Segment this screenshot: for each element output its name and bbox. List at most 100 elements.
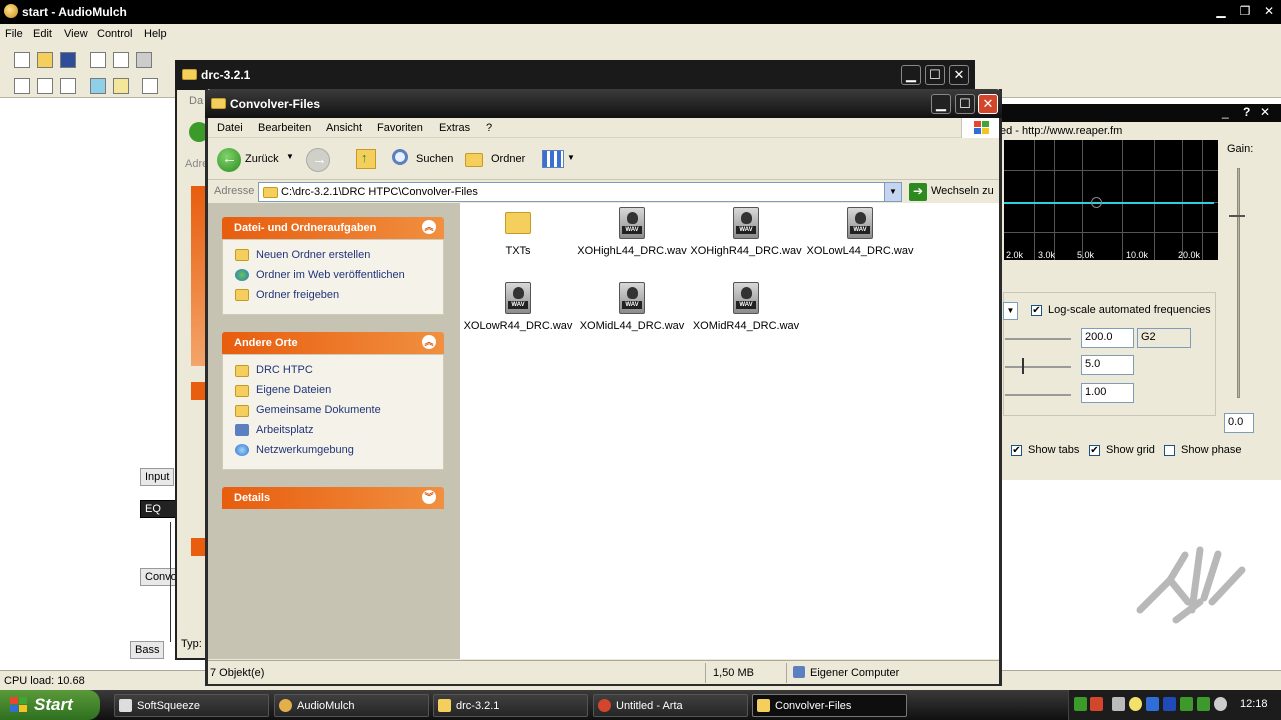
- wav-file-icon[interactable]: WAV: [505, 282, 531, 314]
- collapse-icon[interactable]: ︽: [422, 335, 436, 349]
- freq-field[interactable]: 200.0: [1081, 328, 1134, 348]
- bw-slider[interactable]: [1005, 394, 1071, 396]
- panel-places-header[interactable]: Andere Orte ︽: [222, 332, 444, 354]
- panel-tasks-header[interactable]: Datei- und Ordneraufgaben ︽: [222, 217, 444, 239]
- place-network[interactable]: Netzwerkumgebung: [256, 444, 354, 456]
- folders-button-label[interactable]: Ordner: [491, 153, 525, 165]
- explorer-close-button[interactable]: ✕: [978, 94, 998, 114]
- open-folder-icon[interactable]: [37, 52, 53, 68]
- drc-minimize-button[interactable]: ▁: [901, 65, 921, 85]
- expand-icon[interactable]: ︾: [422, 490, 436, 504]
- place-my-computer[interactable]: Arbeitsplatz: [256, 424, 313, 436]
- address-dropdown-icon[interactable]: ▼: [884, 183, 901, 201]
- menu-view[interactable]: View: [64, 28, 88, 40]
- views-icon[interactable]: [542, 150, 564, 168]
- back-arrow-icon[interactable]: ←: [217, 148, 241, 172]
- tool-6-icon[interactable]: [142, 78, 158, 94]
- taskbar-item-audiomulch[interactable]: AudioMulch: [274, 694, 429, 717]
- panel-details-header[interactable]: Details ︾: [222, 487, 444, 509]
- tray-volume-icon[interactable]: [1214, 697, 1227, 711]
- q-slider[interactable]: [1005, 366, 1071, 368]
- tray-network-icon[interactable]: [1074, 697, 1087, 711]
- menu-ansicht[interactable]: Ansicht: [326, 122, 362, 134]
- folder-up-icon[interactable]: ↑: [356, 149, 376, 169]
- tool-4-icon[interactable]: [90, 78, 106, 94]
- wav-file-icon[interactable]: WAV: [847, 207, 873, 239]
- menu-datei[interactable]: Datei: [217, 122, 243, 134]
- back-button-label[interactable]: Zurück: [245, 153, 279, 165]
- explorer-minimize-button[interactable]: ▁: [931, 94, 951, 114]
- menu-bearbeiten[interactable]: Bearbeiten: [258, 122, 311, 134]
- patch-eq[interactable]: EQ: [140, 500, 176, 518]
- tray-bulb-icon[interactable]: [1129, 697, 1142, 711]
- tray-grid-icon[interactable]: [1163, 697, 1176, 711]
- freq-slider[interactable]: [1005, 338, 1071, 340]
- go-arrow-icon[interactable]: ➔: [909, 183, 927, 201]
- task-share-folder[interactable]: Ordner freigeben: [256, 289, 339, 301]
- menu-control[interactable]: Control: [97, 28, 132, 40]
- wav-file-icon[interactable]: WAV: [733, 282, 759, 314]
- file-item-label[interactable]: TXTs: [458, 245, 578, 257]
- show-phase-checkbox[interactable]: [1164, 445, 1175, 456]
- copy-icon[interactable]: [113, 52, 129, 68]
- wav-file-icon[interactable]: WAV: [733, 207, 759, 239]
- folders-icon[interactable]: [465, 153, 483, 167]
- save-icon[interactable]: [60, 52, 76, 68]
- patch-input[interactable]: Input: [140, 468, 175, 486]
- show-tabs-checkbox[interactable]: ✔: [1011, 445, 1022, 456]
- task-publish-web[interactable]: Ordner im Web veröffentlichen: [256, 269, 405, 281]
- eq-help-icon[interactable]: ?: [1243, 105, 1250, 119]
- paste-icon[interactable]: [136, 52, 152, 68]
- place-my-documents[interactable]: Eigene Dateien: [256, 384, 331, 396]
- close-icon[interactable]: ✕: [1260, 4, 1278, 20]
- gain-value-field[interactable]: 0.0: [1224, 413, 1254, 433]
- start-button[interactable]: Start: [0, 690, 100, 720]
- tool-2-icon[interactable]: [37, 78, 53, 94]
- restore-icon[interactable]: ❐: [1236, 4, 1254, 20]
- menu-extras[interactable]: Extras: [439, 122, 470, 134]
- show-grid-checkbox[interactable]: ✔: [1089, 445, 1100, 456]
- menu-edit[interactable]: Edit: [33, 28, 52, 40]
- file-item-label[interactable]: XOMidL44_DRC.wav: [572, 320, 692, 332]
- folder-icon[interactable]: [505, 212, 531, 234]
- tray-app2-icon[interactable]: [1197, 697, 1210, 711]
- collapse-icon[interactable]: ︽: [422, 220, 436, 234]
- tool-5-icon[interactable]: [113, 78, 129, 94]
- eq-frequency-graph[interactable]: 2.0k 3.0k 5.0k 10.0k 20.0k: [1004, 140, 1218, 260]
- file-item-label[interactable]: XOMidR44_DRC.wav: [686, 320, 806, 332]
- back-dropdown-icon[interactable]: ▼: [286, 152, 294, 161]
- drc-maximize-button[interactable]: ☐: [925, 65, 945, 85]
- menu-favoriten[interactable]: Favoriten: [377, 122, 423, 134]
- menu-help[interactable]: Help: [144, 28, 167, 40]
- wav-file-icon[interactable]: WAV: [619, 282, 645, 314]
- file-item-label[interactable]: XOHighL44_DRC.wav: [572, 245, 692, 257]
- eq-node[interactable]: [1091, 197, 1102, 208]
- eq-close-icon[interactable]: ✕: [1260, 105, 1270, 119]
- gain-slider[interactable]: [1237, 168, 1240, 398]
- taskbar-item-convolver-files[interactable]: Convolver-Files: [752, 694, 907, 717]
- go-button-label[interactable]: Wechseln zu: [931, 185, 994, 197]
- tool-1-icon[interactable]: [14, 78, 30, 94]
- file-item-label[interactable]: XOLowR44_DRC.wav: [458, 320, 578, 332]
- drc-close-button[interactable]: ✕: [949, 65, 969, 85]
- views-dropdown-icon[interactable]: ▼: [567, 153, 575, 162]
- tray-app-icon[interactable]: [1180, 697, 1193, 711]
- tool-3-icon[interactable]: [60, 78, 76, 94]
- explorer-maximize-button[interactable]: ☐: [955, 94, 975, 114]
- tray-ati-icon[interactable]: [1090, 697, 1103, 711]
- task-new-folder[interactable]: Neuen Ordner erstellen: [256, 249, 370, 261]
- menu-file[interactable]: File: [5, 28, 23, 40]
- eq-minimize-icon[interactable]: _: [1222, 105, 1229, 119]
- tray-v-icon[interactable]: [1146, 697, 1159, 711]
- file-item-label[interactable]: XOHighR44_DRC.wav: [686, 245, 806, 257]
- place-drc-htpc[interactable]: DRC HTPC: [256, 364, 313, 376]
- tray-antenna-icon[interactable]: [1112, 697, 1125, 711]
- new-file-icon[interactable]: [14, 52, 30, 68]
- file-item-label[interactable]: XOLowL44_DRC.wav: [800, 245, 920, 257]
- taskbar-item-drc[interactable]: drc-3.2.1: [433, 694, 588, 717]
- forward-arrow-icon[interactable]: →: [306, 148, 330, 172]
- search-button-label[interactable]: Suchen: [416, 153, 453, 165]
- address-input[interactable]: C:\drc-3.2.1\DRC HTPC\Convolver-Files ▼: [258, 182, 902, 202]
- gain-slider-thumb[interactable]: [1229, 215, 1245, 217]
- wav-file-icon[interactable]: WAV: [619, 207, 645, 239]
